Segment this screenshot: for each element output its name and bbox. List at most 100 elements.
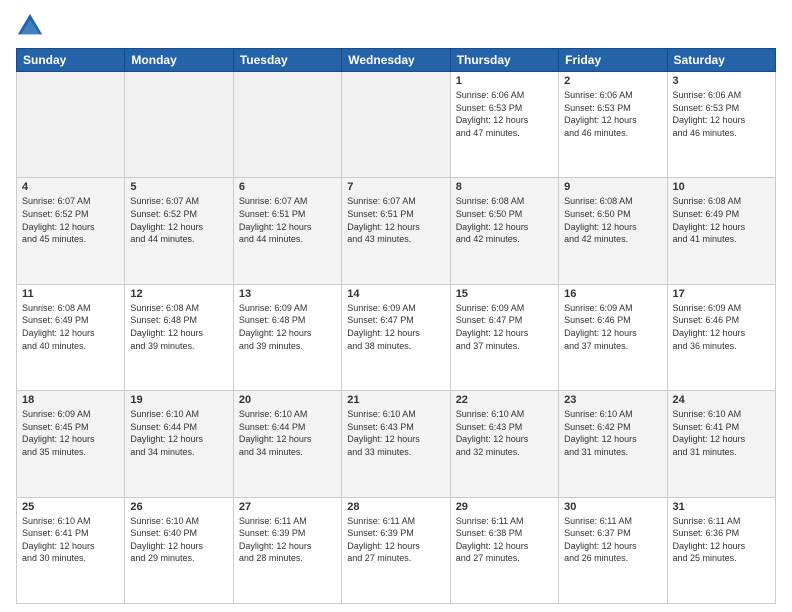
day-number: 29 bbox=[456, 501, 553, 513]
calendar-cell: 14 Sunrise: 6:09 AM Sunset: 6:47 PM Dayli… bbox=[342, 284, 450, 390]
calendar-cell: 8 Sunrise: 6:08 AM Sunset: 6:50 PM Daylig… bbox=[450, 178, 558, 284]
calendar-header-row: SundayMondayTuesdayWednesdayThursdayFrid… bbox=[17, 49, 776, 72]
day-number: 7 bbox=[347, 181, 444, 193]
day-info: Sunrise: 6:10 AM Sunset: 6:43 PM Dayligh… bbox=[456, 408, 553, 458]
calendar-cell: 10Sunrise: 6:08 AM Sunset: 6:49 PM Dayli… bbox=[667, 178, 775, 284]
day-number: 16 bbox=[564, 288, 661, 300]
day-info: Sunrise: 6:11 AM Sunset: 6:36 PM Dayligh… bbox=[673, 515, 770, 565]
calendar-week-1: 1 Sunrise: 6:06 AM Sunset: 6:53 PM Daylig… bbox=[17, 72, 776, 178]
day-info: Sunrise: 6:10 AM Sunset: 6:43 PM Dayligh… bbox=[347, 408, 444, 458]
day-info: Sunrise: 6:11 AM Sunset: 6:37 PM Dayligh… bbox=[564, 515, 661, 565]
day-info: Sunrise: 6:10 AM Sunset: 6:42 PM Dayligh… bbox=[564, 408, 661, 458]
day-number: 20 bbox=[239, 394, 336, 406]
calendar-cell: 27 Sunrise: 6:11 AM Sunset: 6:39 PM Dayli… bbox=[233, 497, 341, 603]
calendar-cell: 11 Sunrise: 6:08 AM Sunset: 6:49 PM Dayli… bbox=[17, 284, 125, 390]
day-number: 15 bbox=[456, 288, 553, 300]
calendar-cell: 20 Sunrise: 6:10 AM Sunset: 6:44 PM Dayli… bbox=[233, 391, 341, 497]
calendar-header-friday: Friday bbox=[559, 49, 667, 72]
calendar-cell: 19 Sunrise: 6:10 AM Sunset: 6:44 PM Dayli… bbox=[125, 391, 233, 497]
calendar-cell: 2 Sunrise: 6:06 AM Sunset: 6:53 PM Daylig… bbox=[559, 72, 667, 178]
day-info: Sunrise: 6:09 AM Sunset: 6:46 PM Dayligh… bbox=[564, 302, 661, 352]
calendar-cell bbox=[125, 72, 233, 178]
day-number: 12 bbox=[130, 288, 227, 300]
calendar-cell: 9 Sunrise: 6:08 AM Sunset: 6:50 PM Daylig… bbox=[559, 178, 667, 284]
calendar-header-thursday: Thursday bbox=[450, 49, 558, 72]
day-info: Sunrise: 6:10 AM Sunset: 6:44 PM Dayligh… bbox=[130, 408, 227, 458]
calendar-cell: 4 Sunrise: 6:07 AM Sunset: 6:52 PM Daylig… bbox=[17, 178, 125, 284]
day-number: 30 bbox=[564, 501, 661, 513]
calendar-cell: 30 Sunrise: 6:11 AM Sunset: 6:37 PM Dayli… bbox=[559, 497, 667, 603]
day-number: 13 bbox=[239, 288, 336, 300]
day-info: Sunrise: 6:09 AM Sunset: 6:47 PM Dayligh… bbox=[456, 302, 553, 352]
calendar-cell: 1 Sunrise: 6:06 AM Sunset: 6:53 PM Daylig… bbox=[450, 72, 558, 178]
day-number: 24 bbox=[673, 394, 770, 406]
calendar-cell bbox=[233, 72, 341, 178]
day-number: 2 bbox=[564, 75, 661, 87]
day-info: Sunrise: 6:08 AM Sunset: 6:49 PM Dayligh… bbox=[22, 302, 119, 352]
day-info: Sunrise: 6:08 AM Sunset: 6:50 PM Dayligh… bbox=[564, 195, 661, 245]
day-number: 31 bbox=[673, 501, 770, 513]
day-number: 17 bbox=[673, 288, 770, 300]
day-number: 14 bbox=[347, 288, 444, 300]
calendar-week-2: 4 Sunrise: 6:07 AM Sunset: 6:52 PM Daylig… bbox=[17, 178, 776, 284]
day-info: Sunrise: 6:11 AM Sunset: 6:38 PM Dayligh… bbox=[456, 515, 553, 565]
page: SundayMondayTuesdayWednesdayThursdayFrid… bbox=[0, 0, 792, 612]
day-info: Sunrise: 6:06 AM Sunset: 6:53 PM Dayligh… bbox=[564, 89, 661, 139]
day-info: Sunrise: 6:07 AM Sunset: 6:52 PM Dayligh… bbox=[130, 195, 227, 245]
logo-icon bbox=[16, 12, 44, 40]
day-info: Sunrise: 6:10 AM Sunset: 6:44 PM Dayligh… bbox=[239, 408, 336, 458]
day-info: Sunrise: 6:11 AM Sunset: 6:39 PM Dayligh… bbox=[347, 515, 444, 565]
day-number: 3 bbox=[673, 75, 770, 87]
calendar-header-sunday: Sunday bbox=[17, 49, 125, 72]
day-number: 4 bbox=[22, 181, 119, 193]
calendar-header-saturday: Saturday bbox=[667, 49, 775, 72]
day-number: 9 bbox=[564, 181, 661, 193]
day-number: 22 bbox=[456, 394, 553, 406]
calendar-cell: 5 Sunrise: 6:07 AM Sunset: 6:52 PM Daylig… bbox=[125, 178, 233, 284]
day-info: Sunrise: 6:11 AM Sunset: 6:39 PM Dayligh… bbox=[239, 515, 336, 565]
calendar-header-monday: Monday bbox=[125, 49, 233, 72]
calendar-cell bbox=[342, 72, 450, 178]
day-info: Sunrise: 6:09 AM Sunset: 6:45 PM Dayligh… bbox=[22, 408, 119, 458]
day-number: 28 bbox=[347, 501, 444, 513]
day-number: 23 bbox=[564, 394, 661, 406]
day-number: 11 bbox=[22, 288, 119, 300]
calendar-cell: 28 Sunrise: 6:11 AM Sunset: 6:39 PM Dayli… bbox=[342, 497, 450, 603]
calendar-cell: 31 Sunrise: 6:11 AM Sunset: 6:36 PM Dayli… bbox=[667, 497, 775, 603]
day-info: Sunrise: 6:07 AM Sunset: 6:52 PM Dayligh… bbox=[22, 195, 119, 245]
day-info: Sunrise: 6:06 AM Sunset: 6:53 PM Dayligh… bbox=[456, 89, 553, 139]
header bbox=[16, 12, 776, 40]
calendar-cell: 16 Sunrise: 6:09 AM Sunset: 6:46 PM Dayli… bbox=[559, 284, 667, 390]
calendar-cell: 3 Sunrise: 6:06 AM Sunset: 6:53 PM Daylig… bbox=[667, 72, 775, 178]
day-number: 1 bbox=[456, 75, 553, 87]
day-info: Sunrise: 6:08 AM Sunset: 6:50 PM Dayligh… bbox=[456, 195, 553, 245]
calendar-cell: 24Sunrise: 6:10 AM Sunset: 6:41 PM Dayli… bbox=[667, 391, 775, 497]
calendar-cell: 25Sunrise: 6:10 AM Sunset: 6:41 PM Dayli… bbox=[17, 497, 125, 603]
day-number: 5 bbox=[130, 181, 227, 193]
calendar-cell: 17 Sunrise: 6:09 AM Sunset: 6:46 PM Dayli… bbox=[667, 284, 775, 390]
day-info: Sunrise: 6:07 AM Sunset: 6:51 PM Dayligh… bbox=[347, 195, 444, 245]
calendar-cell: 13 Sunrise: 6:09 AM Sunset: 6:48 PM Dayli… bbox=[233, 284, 341, 390]
calendar-cell: 18 Sunrise: 6:09 AM Sunset: 6:45 PM Dayli… bbox=[17, 391, 125, 497]
day-info: Sunrise: 6:09 AM Sunset: 6:46 PM Dayligh… bbox=[673, 302, 770, 352]
day-number: 25 bbox=[22, 501, 119, 513]
day-number: 19 bbox=[130, 394, 227, 406]
day-number: 18 bbox=[22, 394, 119, 406]
day-info: Sunrise: 6:09 AM Sunset: 6:48 PM Dayligh… bbox=[239, 302, 336, 352]
calendar-week-5: 25Sunrise: 6:10 AM Sunset: 6:41 PM Dayli… bbox=[17, 497, 776, 603]
calendar-cell: 26 Sunrise: 6:10 AM Sunset: 6:40 PM Dayli… bbox=[125, 497, 233, 603]
calendar-cell: 15 Sunrise: 6:09 AM Sunset: 6:47 PM Dayli… bbox=[450, 284, 558, 390]
calendar-cell: 21 Sunrise: 6:10 AM Sunset: 6:43 PM Dayli… bbox=[342, 391, 450, 497]
day-info: Sunrise: 6:08 AM Sunset: 6:49 PM Dayligh… bbox=[673, 195, 770, 245]
day-number: 26 bbox=[130, 501, 227, 513]
day-number: 21 bbox=[347, 394, 444, 406]
calendar-cell: 23 Sunrise: 6:10 AM Sunset: 6:42 PM Dayli… bbox=[559, 391, 667, 497]
calendar-table: SundayMondayTuesdayWednesdayThursdayFrid… bbox=[16, 48, 776, 604]
day-info: Sunrise: 6:09 AM Sunset: 6:47 PM Dayligh… bbox=[347, 302, 444, 352]
day-number: 8 bbox=[456, 181, 553, 193]
day-info: Sunrise: 6:07 AM Sunset: 6:51 PM Dayligh… bbox=[239, 195, 336, 245]
calendar-week-4: 18 Sunrise: 6:09 AM Sunset: 6:45 PM Dayli… bbox=[17, 391, 776, 497]
day-info: Sunrise: 6:06 AM Sunset: 6:53 PM Dayligh… bbox=[673, 89, 770, 139]
day-number: 27 bbox=[239, 501, 336, 513]
day-info: Sunrise: 6:10 AM Sunset: 6:40 PM Dayligh… bbox=[130, 515, 227, 565]
